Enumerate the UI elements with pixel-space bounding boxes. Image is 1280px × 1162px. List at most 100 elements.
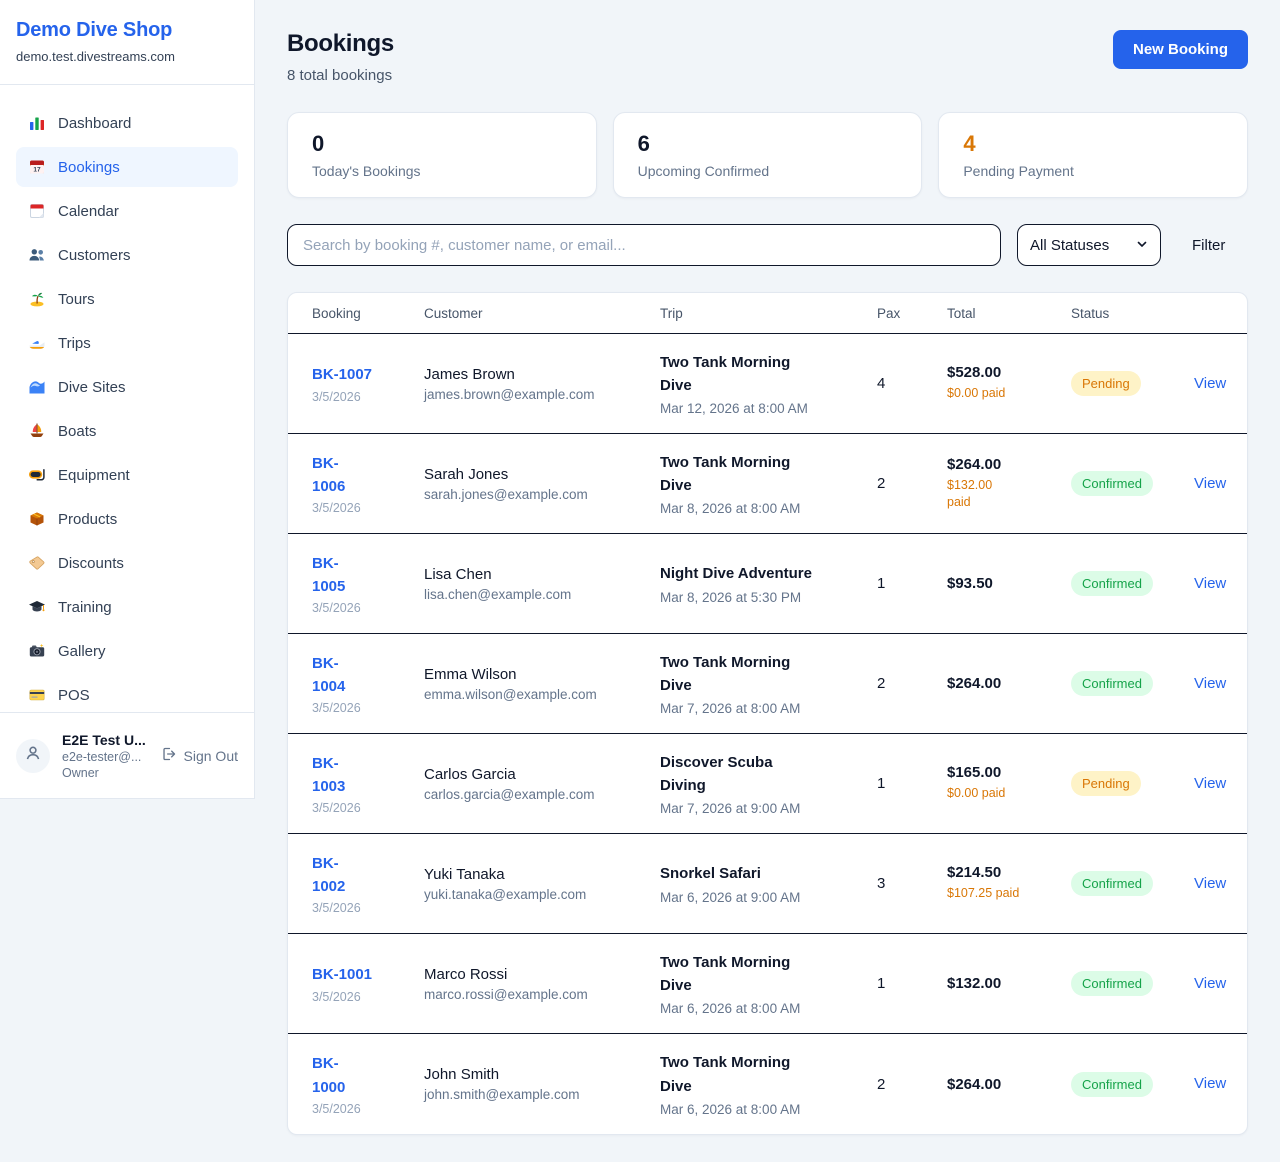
table-row: BK-1003 3/5/2026 Carlos Garcia carlos.ga… [288,734,1247,834]
booking-date: 3/5/2026 [312,1102,424,1116]
customer-cell: Emma Wilson emma.wilson@example.com [424,666,660,702]
user-section: E2E Test U... e2e-tester@... Owner Sign … [0,712,254,798]
pax-value: 1 [877,575,947,592]
booking-id-link[interactable]: BK-1005 [312,552,358,599]
status-cell: Pending [1071,771,1194,796]
trip-datetime: Mar 6, 2026 at 9:00 AM [660,890,877,905]
sailboat-icon [28,422,46,440]
sidebar-item-label: Dive Sites [58,379,126,396]
filter-button[interactable]: Filter [1177,237,1240,254]
trip-datetime: Mar 7, 2026 at 8:00 AM [660,701,877,716]
view-link[interactable]: View [1194,575,1226,592]
sidebar-item-label: Discounts [58,555,124,572]
sidebar-item-label: POS [58,687,90,704]
sidebar-item-equipment[interactable]: Equipment [16,455,238,495]
new-booking-button[interactable]: New Booking [1113,30,1248,69]
view-link[interactable]: View [1194,875,1226,892]
status-cell: Confirmed [1071,871,1194,896]
credit-card-icon [28,686,46,704]
booking-cell: BK-1007 3/5/2026 [312,363,424,403]
table-header: BookingCustomerTripPaxTotalStatus [288,293,1247,334]
customer-cell: Yuki Tanaka yuki.tanaka@example.com [424,866,660,902]
customer-email: emma.wilson@example.com [424,687,660,702]
trip-datetime: Mar 12, 2026 at 8:00 AM [660,401,877,416]
status-filter-value: All Statuses [1030,237,1109,254]
booking-id-link[interactable]: BK-1006 [312,452,358,499]
sidebar-item-label: Boats [58,423,96,440]
stat-value: 0 [312,131,572,157]
total-cell: $214.50 $107.25 paid [947,864,1071,903]
sidebar-item-bookings[interactable]: 17 Bookings [16,147,238,187]
action-cell: View [1194,475,1247,493]
trip-cell: Two Tank Morning Dive Mar 8, 2026 at 8:0… [660,451,877,517]
booking-cell: BK-1006 3/5/2026 [312,452,424,516]
total-cell: $132.00 [947,975,1071,992]
sidebar-item-trips[interactable]: Trips [16,323,238,363]
sidebar-item-pos[interactable]: POS [16,675,238,715]
sidebar-item-label: Gallery [58,643,106,660]
user-role: Owner [62,766,146,780]
page-subtitle: 8 total bookings [287,67,394,84]
sign-out-label: Sign Out [184,748,238,764]
booking-cell: BK-1000 3/5/2026 [312,1052,424,1116]
status-cell: Confirmed [1071,671,1194,696]
booking-id-link[interactable]: BK-1004 [312,652,358,699]
sidebar-item-gallery[interactable]: Gallery [16,631,238,671]
total-cell: $165.00 $0.00 paid [947,764,1071,803]
action-cell: View [1194,675,1247,693]
sign-out-button[interactable]: Sign Out [161,746,238,765]
booking-id-link[interactable]: BK-1001 [312,963,372,986]
trip-datetime: Mar 8, 2026 at 5:30 PM [660,590,877,605]
trip-cell: Night Dive Adventure Mar 8, 2026 at 5:30… [660,562,877,604]
trip-cell: Two Tank Morning Dive Mar 6, 2026 at 8:0… [660,951,877,1017]
package-icon [28,510,46,528]
view-link[interactable]: View [1194,675,1226,692]
bar-chart-icon [28,114,46,132]
customer-cell: Marco Rossi marco.rossi@example.com [424,966,660,1002]
total-amount: $165.00 [947,764,1071,781]
trip-name: Night Dive Adventure [660,562,818,585]
page-header: Bookings 8 total bookings New Booking [287,30,1248,84]
table-row: BK-1000 3/5/2026 John Smith john.smith@e… [288,1034,1247,1134]
view-link[interactable]: View [1194,1075,1226,1092]
booking-id-link[interactable]: BK-1000 [312,1052,358,1099]
sidebar-item-discounts[interactable]: Discounts [16,543,238,583]
status-badge: Confirmed [1071,1072,1153,1097]
sidebar-item-dashboard[interactable]: Dashboard [16,103,238,143]
customer-name: Marco Rossi [424,966,660,983]
status-filter-select[interactable]: All Statuses [1017,224,1161,266]
view-link[interactable]: View [1194,975,1226,992]
view-link[interactable]: View [1194,775,1226,792]
sidebar-item-label: Tours [58,291,95,308]
customer-email: james.brown@example.com [424,387,660,402]
customer-email: john.smith@example.com [424,1087,660,1102]
sidebar-item-training[interactable]: Training [16,587,238,627]
booking-id-link[interactable]: BK-1003 [312,752,358,799]
paid-amount: $107.25 paid [947,885,1071,903]
user-info: E2E Test U... e2e-tester@... Owner [62,732,146,780]
trip-datetime: Mar 6, 2026 at 8:00 AM [660,1102,877,1117]
total-amount: $264.00 [947,456,1071,473]
view-link[interactable]: View [1194,375,1226,392]
customer-name: Emma Wilson [424,666,660,683]
search-input[interactable] [287,224,1001,266]
sidebar-item-calendar[interactable]: Calendar [16,191,238,231]
sidebar-item-tours[interactable]: Tours [16,279,238,319]
total-cell: $93.50 [947,575,1071,592]
sidebar-item-products[interactable]: Products [16,499,238,539]
booking-id-link[interactable]: BK-1002 [312,852,358,899]
customer-name: Sarah Jones [424,466,660,483]
table-row: BK-1007 3/5/2026 James Brown james.brown… [288,334,1247,434]
view-link[interactable]: View [1194,475,1226,492]
customer-cell: Lisa Chen lisa.chen@example.com [424,566,660,602]
booking-date: 3/5/2026 [312,990,424,1004]
sidebar-item-customers[interactable]: Customers [16,235,238,275]
sidebar-item-boats[interactable]: Boats [16,411,238,451]
booking-id-link[interactable]: BK-1007 [312,363,372,386]
sidebar-item-dive-sites[interactable]: Dive Sites [16,367,238,407]
action-cell: View [1194,375,1247,393]
customer-cell: Carlos Garcia carlos.garcia@example.com [424,766,660,802]
trip-cell: Two Tank Morning Dive Mar 12, 2026 at 8:… [660,351,877,417]
customer-email: yuki.tanaka@example.com [424,887,660,902]
shop-domain: demo.test.divestreams.com [16,49,238,64]
